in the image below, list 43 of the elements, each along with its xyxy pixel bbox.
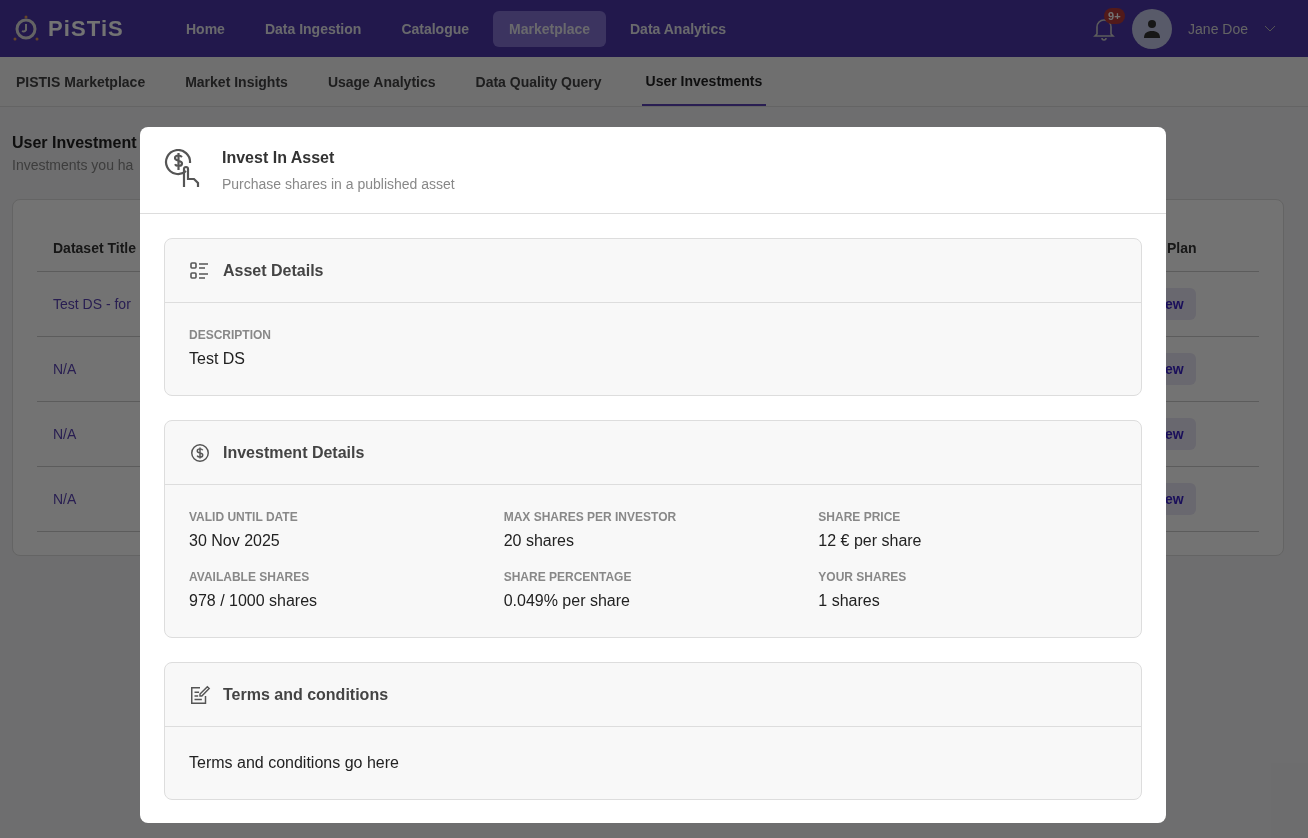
dataset-link[interactable]: N/A bbox=[53, 424, 77, 444]
section-title: Investment Details bbox=[223, 442, 365, 463]
nav-link[interactable]: Home bbox=[170, 10, 241, 47]
sub-nav-tab[interactable]: Usage Analytics bbox=[327, 57, 436, 106]
field-value: 1 shares bbox=[818, 591, 881, 611]
list-icon bbox=[189, 260, 211, 281]
section-title: Terms and conditions bbox=[223, 684, 389, 705]
field-label: DESCRIPTION bbox=[189, 327, 272, 343]
field-value: 30 Nov 2025 bbox=[189, 531, 281, 551]
sub-nav-tab[interactable]: User Investments bbox=[641, 57, 767, 106]
chevron-down-icon[interactable] bbox=[1264, 24, 1276, 33]
field-value: 12 € per share bbox=[818, 531, 923, 551]
avatar[interactable] bbox=[1132, 8, 1173, 49]
modal-subtitle: Purchase shares in a published asset bbox=[222, 175, 455, 194]
user-name[interactable]: Jane Doe bbox=[1188, 18, 1248, 39]
dataset-link[interactable]: Test DS - for bbox=[53, 294, 131, 314]
field-value: 20 shares bbox=[503, 531, 575, 551]
sub-nav-tab[interactable]: Market Insights bbox=[185, 57, 288, 106]
field-label: VALID UNTIL DATE bbox=[189, 509, 299, 525]
field-value: Test DS bbox=[189, 349, 246, 369]
document-edit-icon bbox=[189, 683, 211, 706]
sub-nav-tab[interactable]: Data Quality Query bbox=[475, 57, 602, 106]
dataset-link[interactable]: N/A bbox=[53, 359, 77, 379]
modal-title: Invest In Asset bbox=[222, 148, 336, 168]
page-title: User Investment bbox=[12, 133, 138, 153]
dollar-icon bbox=[189, 441, 211, 464]
field-label: MAX SHARES PER INVESTOR bbox=[503, 509, 678, 525]
notification-badge: 9+ bbox=[1104, 7, 1125, 24]
field-label: SHARE PERCENTAGE bbox=[503, 569, 633, 585]
nav-link[interactable]: Data Analytics bbox=[614, 10, 742, 47]
field-label: AVAILABLE SHARES bbox=[189, 569, 311, 585]
field-label: SHARE PRICE bbox=[818, 509, 902, 525]
nav-link[interactable]: Catalogue bbox=[385, 10, 486, 47]
dataset-link[interactable]: N/A bbox=[53, 489, 77, 509]
sub-nav-tab[interactable]: PISTIS Marketplace bbox=[16, 57, 146, 106]
field-value: 0.049% per share bbox=[503, 591, 631, 611]
terms-text: Terms and conditions go here bbox=[189, 753, 400, 773]
logo-icon bbox=[12, 14, 40, 43]
field-value: 978 / 1000 shares bbox=[189, 591, 319, 611]
field-label: YOUR SHARES bbox=[818, 569, 908, 585]
logo-text: PiSTiS bbox=[48, 15, 124, 43]
user-icon bbox=[1143, 18, 1162, 39]
nav-link[interactable]: Data Ingestion bbox=[248, 10, 378, 47]
